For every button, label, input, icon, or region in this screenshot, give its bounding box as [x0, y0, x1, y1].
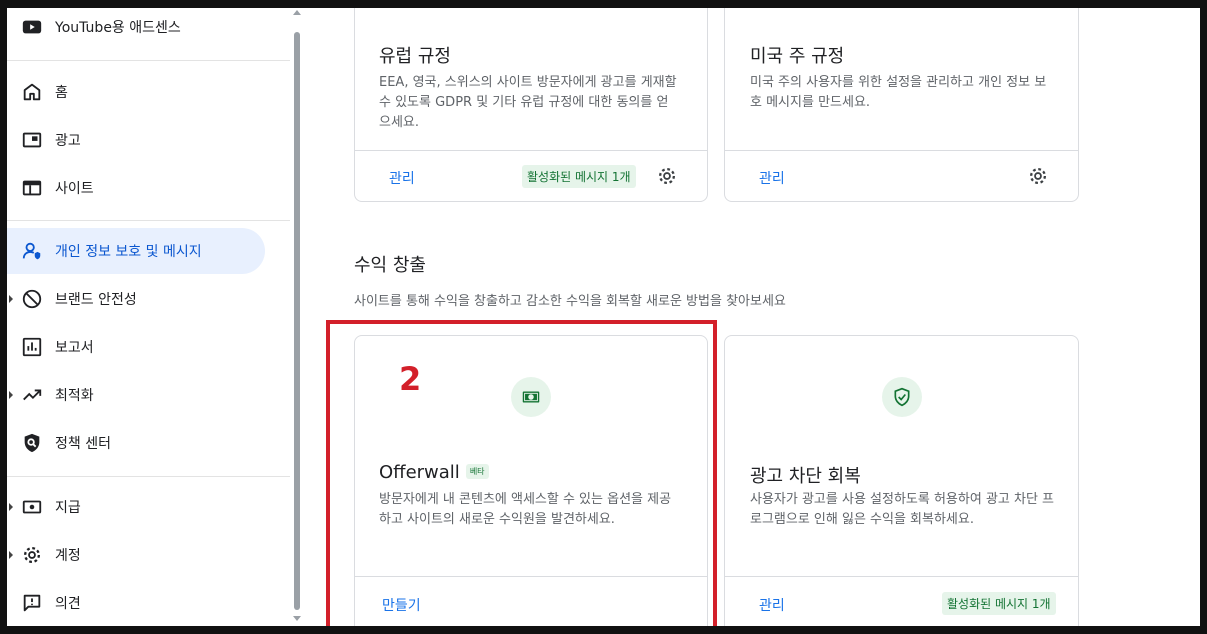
sidebar-item-optimization[interactable]: 최적화 [7, 372, 265, 418]
manage-link[interactable]: 관리 [389, 168, 415, 188]
policy-shield-icon [24, 433, 40, 453]
manage-link[interactable]: 관리 [759, 168, 785, 188]
sidebar-item-label: 의견 [55, 596, 81, 612]
sidebar-item-payments[interactable]: 지급 [7, 484, 265, 530]
expand-caret-icon[interactable] [9, 295, 13, 303]
divider [355, 150, 707, 151]
sidebar-item-label: 정책 센터 [55, 436, 111, 452]
sidebar-item-reports[interactable]: 보고서 [7, 324, 265, 370]
trending-up-icon [23, 389, 42, 401]
sidebar-item-label: 브랜드 안전성 [55, 292, 137, 308]
sidebar-item-account[interactable]: 계정 [7, 532, 265, 578]
sidebar-item-ads[interactable]: 광고 [7, 117, 265, 163]
sidebar-scroll-thumb[interactable] [294, 32, 300, 610]
sidebar-item-sites[interactable]: 사이트 [7, 165, 265, 211]
card-description: 미국 주의 사용자를 위한 설정을 관리하고 개인 정보 보호 메시지를 만드세… [750, 75, 1047, 110]
sidebar-item-label: 계정 [55, 548, 81, 564]
payments-icon [22, 500, 42, 514]
sidebar-item-label: 개인 정보 보호 및 메시지 [55, 244, 202, 260]
step-number-annotation: 2 [399, 360, 422, 398]
section-title: 수익 창출 [354, 255, 426, 276]
settings-gear-icon[interactable] [656, 165, 678, 187]
privacy-person-icon [22, 242, 41, 260]
home-icon [23, 83, 41, 101]
sidebar-item-privacy-messaging[interactable]: 개인 정보 보호 및 메시지 [7, 228, 265, 274]
scroll-up-arrow-icon[interactable] [293, 10, 301, 15]
manage-link[interactable]: 관리 [759, 595, 785, 615]
divider [725, 576, 1078, 577]
divider [7, 476, 290, 477]
us-regulation-card: 미국 주 규정 미국 주의 사용자를 위한 설정을 관리하고 개인 정보 보호 … [724, 8, 1079, 202]
sidebar: YouTube용 애드센스 홈 광고 사이트 개인 정보 보호 및 메시지 브랜… [7, 8, 305, 626]
app-window: YouTube용 애드센스 홈 광고 사이트 개인 정보 보호 및 메시지 브랜… [7, 8, 1200, 626]
divider [725, 150, 1078, 151]
block-icon [22, 289, 42, 309]
sidebar-item-feedback[interactable]: 의견 [7, 580, 265, 626]
card-title: 유럽 규정 [379, 46, 451, 67]
sidebar-item-home[interactable]: 홈 [7, 69, 265, 115]
active-messages-badge: 활성화된 메시지 1개 [522, 165, 636, 188]
sites-icon [22, 180, 42, 196]
eu-regulation-card: 유럽 규정 EEA, 영국, 스위스의 사이트 방문자에게 광고를 게재할 수 … [354, 8, 708, 202]
card-title: 광고 차단 회복 [750, 466, 861, 487]
sidebar-item-label: 사이트 [55, 181, 94, 197]
highlight-box [326, 320, 717, 626]
reports-icon [22, 337, 42, 357]
divider [7, 220, 290, 221]
divider [7, 60, 290, 61]
ad-block-recovery-card: 광고 차단 회복 사용자가 광고를 사용 설정하도록 허용하여 광고 차단 프로… [724, 335, 1079, 626]
card-description: EEA, 영국, 스위스의 사이트 방문자에게 광고를 게재할 수 있도록 GD… [379, 75, 677, 130]
sidebar-app-title[interactable]: YouTube용 애드센스 [7, 8, 265, 50]
sidebar-item-brand-safety[interactable]: 브랜드 안전성 [7, 276, 265, 322]
section-subtitle: 사이트를 통해 수익을 창출하고 감소한 수익을 회복할 새로운 방법을 찾아보… [354, 294, 786, 309]
card-description: 사용자가 광고를 사용 설정하도록 허용하여 광고 차단 프로그램으로 인해 잃… [750, 492, 1055, 527]
expand-caret-icon[interactable] [9, 503, 13, 511]
shield-check-icon [882, 377, 922, 417]
gear-icon [23, 546, 41, 564]
expand-caret-icon[interactable] [9, 391, 13, 399]
app-title: YouTube용 애드센스 [55, 20, 181, 36]
sidebar-item-label: 최적화 [55, 388, 94, 404]
sidebar-item-policy-center[interactable]: 정책 센터 [7, 420, 265, 466]
sidebar-item-label: 보고서 [55, 340, 94, 356]
settings-gear-icon[interactable] [1027, 165, 1049, 187]
active-messages-badge: 활성화된 메시지 1개 [942, 592, 1056, 615]
sidebar-item-label: 지급 [55, 500, 81, 516]
ads-icon [22, 132, 42, 148]
youtube-icon [22, 20, 42, 34]
card-title: 미국 주 규정 [750, 46, 845, 67]
expand-caret-icon[interactable] [9, 551, 13, 559]
feedback-icon [23, 594, 41, 612]
scroll-down-arrow-icon[interactable] [293, 616, 301, 621]
sidebar-item-label: 광고 [55, 133, 81, 149]
sidebar-item-label: 홈 [55, 85, 68, 101]
